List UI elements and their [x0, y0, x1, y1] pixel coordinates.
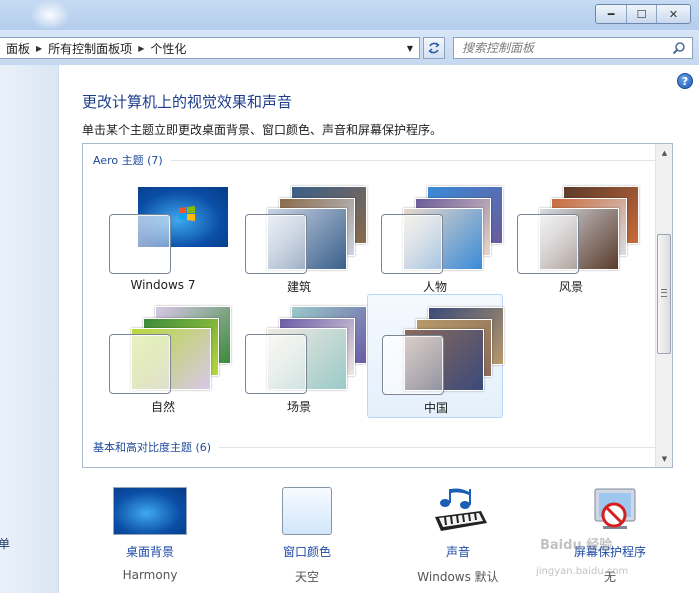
screensaver-icon [573, 487, 647, 537]
divider [219, 446, 658, 448]
refresh-icon [428, 42, 440, 54]
theme-tile[interactable]: 中国 [367, 294, 506, 418]
theme-label: 建筑 [286, 280, 311, 294]
sound-link[interactable]: 声音 Windows 默认 [388, 487, 528, 585]
setting-value: Windows 默认 [417, 570, 499, 584]
title-bar: ━ ☐ ✕ [0, 0, 699, 30]
breadcrumb-personalization[interactable]: 个性化 [144, 40, 192, 57]
theme-tile[interactable]: Windows 7 [95, 174, 231, 298]
scroll-down-icon[interactable]: ▼ [656, 450, 673, 467]
windows-logo-icon [179, 206, 195, 221]
theme-label: 中国 [423, 401, 448, 415]
theme-tile[interactable]: 建筑 [231, 174, 367, 298]
theme-tile[interactable]: 人物 [367, 174, 503, 298]
group-label: 基本和高对比度主题 (6) [93, 441, 212, 454]
window-glass-preview [109, 214, 171, 274]
window-controls: ━ ☐ ✕ [595, 4, 691, 24]
window-glass-preview [109, 334, 171, 394]
aero-themes-header: Aero 主题 (7) [93, 152, 658, 168]
color-swatch [282, 487, 332, 535]
window-icon-glow [30, 0, 70, 30]
desktop-background-link[interactable]: 桌面背景 Harmony [80, 487, 220, 582]
breadcrumb-all-items[interactable]: 所有控制面板项 [42, 40, 138, 57]
desktop-preview [113, 487, 187, 535]
window-glass-preview [245, 334, 307, 394]
basic-themes-header: 基本和高对比度主题 (6) [93, 439, 658, 455]
window-glass-preview [517, 214, 579, 274]
maximize-button[interactable]: ☐ [626, 5, 656, 23]
divider [170, 159, 658, 161]
setting-value: Harmony [122, 568, 178, 582]
setting-label[interactable]: 窗口颜色 [237, 543, 377, 560]
watermark-logo: Baidu 经验 [540, 538, 613, 553]
grip-icon [661, 289, 667, 297]
theme-preview [245, 184, 369, 276]
window-color-link[interactable]: 窗口颜色 天空 [237, 487, 377, 585]
music-notes-icon [435, 488, 487, 531]
window-color-icon [270, 487, 344, 537]
theme-preview [109, 304, 233, 396]
refresh-button[interactable] [423, 37, 445, 59]
theme-label: 场景 [286, 400, 311, 414]
scroll-up-icon[interactable]: ▲ [656, 144, 673, 161]
theme-preview [381, 184, 505, 276]
window-glass-preview [245, 214, 307, 274]
search-icon[interactable] [672, 41, 686, 55]
search-box[interactable] [453, 37, 693, 59]
address-bar[interactable]: 面板 ▶ 所有控制面板项 ▶ 个性化 ▼ [0, 37, 420, 59]
theme-preview [245, 304, 369, 396]
main-content: ? 更改计算机上的视觉效果和声音 单击某个主题立即更改桌面背景、窗口颜色、声音和… [60, 65, 699, 593]
theme-tile[interactable]: 场景 [231, 294, 367, 418]
vertical-scrollbar[interactable]: ▲ ▼ [655, 144, 672, 467]
minimize-button[interactable]: ━ [596, 5, 626, 23]
sound-icon [421, 487, 495, 537]
desktop-background-icon [113, 487, 187, 537]
theme-preview [109, 184, 233, 276]
theme-label: 自然 [150, 400, 175, 414]
theme-label: Windows 7 [130, 278, 196, 292]
address-row: 面板 ▶ 所有控制面板项 ▶ 个性化 ▼ [0, 30, 699, 65]
window-glass-preview [381, 214, 443, 274]
window-glass-preview [382, 335, 444, 395]
watermark-url: jingyan.baidu.com [536, 566, 629, 577]
theme-list[interactable]: Aero 主题 (7) Windows 7 建筑 人物 风景自然 场景 中国 基本和高对比… [82, 143, 673, 468]
help-icon[interactable]: ? [677, 73, 693, 89]
setting-value: 天空 [294, 570, 319, 584]
theme-label: 风景 [558, 280, 583, 294]
setting-label[interactable]: 桌面背景 [80, 543, 220, 560]
scroll-thumb[interactable] [657, 234, 671, 354]
theme-preview [382, 305, 506, 397]
group-label: Aero 主题 (7) [93, 154, 163, 167]
theme-preview [517, 184, 641, 276]
address-dropdown-icon[interactable]: ▼ [403, 41, 417, 55]
close-button[interactable]: ✕ [656, 5, 690, 23]
monitor-no-icon [594, 488, 636, 529]
theme-label: 人物 [422, 280, 447, 294]
breadcrumb-control-panel[interactable]: 面板 [0, 40, 36, 57]
setting-label[interactable]: 声音 [388, 543, 528, 560]
navigation-pane: 单 [0, 65, 59, 593]
page-subtitle: 单击某个主题立即更改桌面背景、窗口颜色、声音和屏幕保护程序。 [82, 123, 443, 137]
page-title: 更改计算机上的视觉效果和声音 [82, 93, 293, 111]
nav-link[interactable]: 单 [0, 535, 10, 552]
search-input[interactable] [462, 41, 662, 55]
theme-tile[interactable]: 自然 [95, 294, 231, 418]
theme-tile[interactable]: 风景 [503, 174, 639, 298]
